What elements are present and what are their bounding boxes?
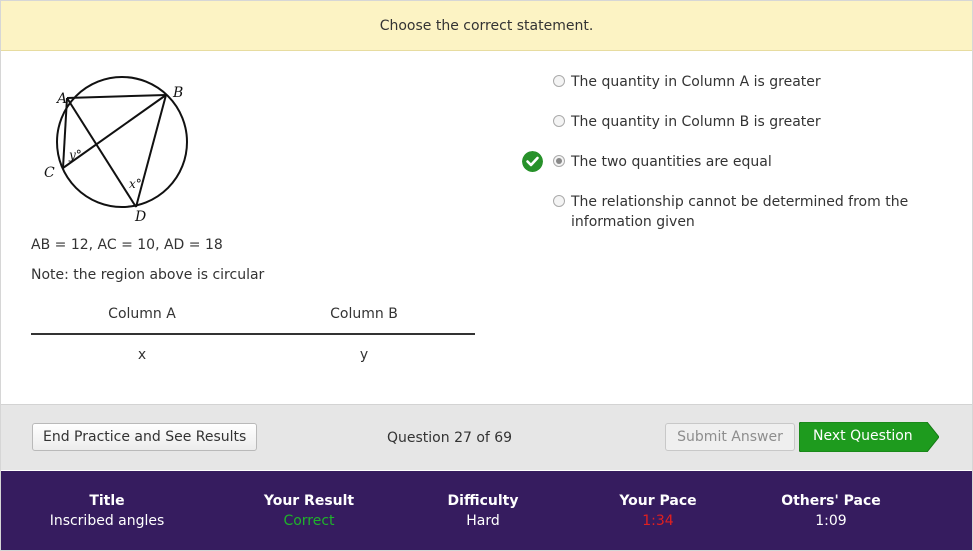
end-practice-button[interactable]: End Practice and See Results [32, 423, 258, 451]
radio-button-selected[interactable] [553, 155, 565, 167]
option-cannot-determine[interactable]: The relationship cannot be determined fr… [520, 192, 930, 232]
figure-note: Note: the region above is circular [31, 267, 265, 283]
answer-options: The quantity in Column A is greater The … [520, 72, 930, 252]
checkmark-correct-icon [522, 151, 543, 172]
stat-title: Title Inscribed angles [17, 491, 197, 531]
point-label-d: D [134, 209, 146, 225]
action-bar: End Practice and See Results Question 27… [1, 404, 972, 470]
option-equal[interactable]: The two quantities are equal [520, 151, 930, 172]
point-label-b: B [172, 85, 183, 101]
segment-ab [66, 94, 167, 99]
column-divider [31, 333, 475, 335]
column-b-value: y [359, 347, 369, 363]
option-a-greater[interactable]: The quantity in Column A is greater [520, 72, 930, 92]
option-label: The quantity in Column A is greater [571, 74, 821, 90]
inscribed-angles-figure: A B C D y° x° [44, 76, 188, 225]
stat-value: 1:34 [642, 513, 674, 529]
stat-result: Your Result Correct [219, 491, 399, 531]
angle-label-y: y° [68, 148, 82, 162]
column-b-header: Column B [330, 306, 398, 322]
angle-label-x: x° [129, 177, 142, 191]
stat-label: Title [89, 493, 125, 509]
submit-answer-button[interactable]: Submit Answer [665, 423, 795, 451]
stat-difficulty: Difficulty Hard [393, 491, 573, 531]
stats-bar: Title Inscribed angles Your Result Corre… [1, 471, 972, 550]
option-label: The quantity in Column B is greater [571, 114, 821, 130]
correct-indicator [520, 151, 553, 172]
stat-value: 1:09 [815, 513, 847, 529]
column-a-header: Column A [108, 306, 176, 322]
stat-label: Your Result [263, 493, 355, 509]
option-label: The relationship cannot be determined fr… [571, 194, 909, 230]
column-a-value: x [137, 347, 147, 363]
option-label: The two quantities are equal [571, 154, 772, 170]
question-counter: Question 27 of 69 [387, 430, 513, 446]
point-label-a: A [55, 91, 67, 107]
stat-others-pace: Others' Pace 1:09 [741, 491, 921, 531]
given-lengths: AB = 12, AC = 10, AD = 18 [31, 237, 223, 253]
radio-button[interactable] [553, 115, 565, 127]
stat-value: Correct [283, 513, 335, 529]
stat-your-pace: Your Pace 1:34 [568, 491, 748, 531]
instruction-text: Choose the correct statement. [379, 17, 594, 34]
instruction-bar: Choose the correct statement. [1, 1, 972, 51]
next-question-button[interactable]: Next Question [799, 422, 939, 452]
point-label-c: C [44, 165, 55, 181]
option-b-greater[interactable]: The quantity in Column B is greater [520, 112, 930, 132]
stat-label: Others' Pace [781, 493, 881, 509]
radio-button[interactable] [553, 75, 565, 87]
next-question-label: Next Question [813, 428, 913, 444]
stat-label: Your Pace [619, 493, 697, 509]
segment-ac [62, 97, 68, 169]
stat-value: Inscribed angles [49, 513, 165, 529]
radio-button[interactable] [553, 195, 565, 207]
stat-label: Difficulty [447, 493, 519, 509]
stat-value: Hard [466, 513, 500, 529]
